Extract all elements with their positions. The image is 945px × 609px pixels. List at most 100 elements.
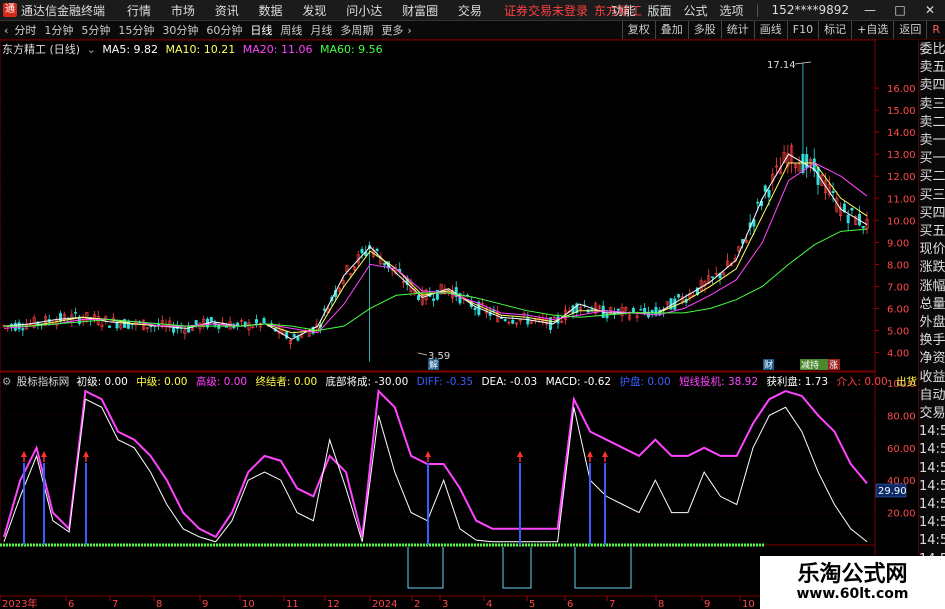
x-tick-label: 10 [242,599,255,609]
y-tick-label: 80.00 [887,411,916,422]
buy-arrow-icon [41,451,47,457]
x-tick-label: 7 [609,599,615,609]
x-tick-label: 6 [567,599,573,609]
chart-canvas[interactable]: 4.00 5.00 6.00 7.00 8.00 9.00 10.00 11.00 12.00 1… [0,0,945,609]
buy-arrow-icon [21,451,27,457]
sidebar-item[interactable]: 买五 [919,223,945,241]
sidebar-item[interactable]: 买二 [919,168,945,186]
indicator-item: 介入: 0.00 [836,376,888,388]
indicator-item: 中级: 0.00 [136,376,188,388]
candle-body [673,298,677,310]
sidebar-item[interactable]: 卖三 [919,96,945,114]
y-tick-label: 6.00 [887,304,909,315]
sidebar-time: 14:56 [919,478,945,494]
indicator-item: 护盘: 0.00 [619,376,671,388]
indicator-name[interactable]: 股标指标网 [17,376,70,388]
x-tick-label: 12 [327,599,340,609]
sidebar-item[interactable]: 买三 [919,187,945,205]
sidebar-item[interactable]: 自动 [919,387,945,405]
signal-box [407,547,444,589]
candle-body [756,201,760,204]
sidebar-item[interactable]: 卖二 [919,114,945,132]
watermark: 乐淘公式网 www.60lt.com [760,556,945,609]
indicator-item: MACD: -0.62 [545,376,612,388]
candle-body [217,324,221,329]
ma60-label: MA60: 9.56 [319,43,383,56]
sidebar-item[interactable]: 买四 [919,205,945,223]
indicator-item: 获利盘: 1.73 [766,376,829,388]
candle-body [763,185,767,192]
x-tick-label: 7 [112,599,118,609]
profit-line [3,398,868,543]
candle-body [631,307,635,313]
candle-body [322,308,326,311]
sidebar-item[interactable]: 外盘 [919,314,945,332]
buy-arrow-icon [517,451,523,457]
sidebar-item[interactable]: 卖四 [919,77,945,95]
candle-body [149,325,153,328]
y-tick-label: 60.00 [887,444,916,455]
settings-icon[interactable]: ⚙ [2,376,11,388]
sidebar-time: 14:56 [919,497,945,513]
x-tick-label: 2 [414,599,420,609]
indicator-item: DEA: -0.03 [481,376,538,388]
chart-title: 东方精工 (日线) [2,43,81,56]
quote-sidebar: 委比 卖五 卖四 卖三 卖二 卖一 买一 买二 买三 买四 买五 现价 涨跌 涨… [918,41,945,609]
candle-body [831,191,835,194]
sidebar-item[interactable]: 涨幅 [919,278,945,296]
sidebar-item[interactable]: 卖五 [919,59,945,77]
ma5-label: MA5: 9.82 [102,43,159,56]
x-tick-label: 5 [529,599,535,609]
sidebar-item[interactable]: 总量 [919,296,945,314]
x-tick-label: 8 [156,599,162,609]
x-tick-label: 6 [68,599,74,609]
candle-body [650,309,654,313]
sidebar-time: 14:56 [919,442,945,458]
sidebar-item[interactable]: 交易 [919,405,945,423]
indicator-item: DIFF: -0.35 [416,376,474,388]
x-tick-label: 9 [202,599,208,609]
candlestick-series [2,62,869,362]
x-tick-label: 8 [658,599,664,609]
y-tick-label: 10.00 [887,216,916,227]
candle-body [417,295,421,300]
candle-body [861,225,865,229]
sidebar-item[interactable]: 现价 [919,241,945,259]
candle-body [511,320,515,324]
indicator-item: 底部将成: -30.00 [325,376,409,388]
sidebar-time: 14:56 [919,460,945,476]
candle-body [115,322,119,329]
sidebar-item[interactable]: 收益 [919,369,945,387]
candle-body [254,319,258,324]
y-tick-label: 7.00 [887,282,909,293]
candle-body [187,325,191,333]
sidebar-item[interactable]: 买一 [919,150,945,168]
main-chart-legend: 东方精工 (日线) ⌄ MA5: 9.82 MA10: 10.21 MA20: … [2,41,387,57]
sidebar-item[interactable]: 净资 [919,350,945,368]
sidebar-item[interactable]: 卖一 [919,132,945,150]
indicator-lines [0,388,868,589]
sidebar-item[interactable]: 换手 [919,332,945,350]
indicator-item: 初级: 0.00 [76,376,128,388]
candle-body [21,328,25,331]
candle-body [616,308,620,311]
signal-box [502,547,532,589]
indicator-item: 短线投机: 38.92 [679,376,758,388]
candle-body [432,298,436,301]
indicator-item: 终结者: 0.00 [255,376,318,388]
candle-body [850,207,854,211]
y-tick-label: 13.00 [887,150,916,161]
candle-body [383,262,387,266]
x-tick-label: 10 [742,599,755,609]
indicator-frame [0,371,876,546]
candle-body [767,189,771,198]
ma20-label: MA20: 11.06 [242,43,313,56]
y-tick-label: 15.00 [887,106,916,117]
sidebar-item[interactable]: 涨跌 [919,259,945,277]
dropdown-icon[interactable]: ⌄ [87,43,96,56]
sidebar-item[interactable]: 委比 [919,41,945,59]
y-tick-label: 12.00 [887,172,916,183]
candle-body [375,248,379,251]
candle-body [172,327,176,333]
y-tick-label: 20.00 [887,509,916,520]
